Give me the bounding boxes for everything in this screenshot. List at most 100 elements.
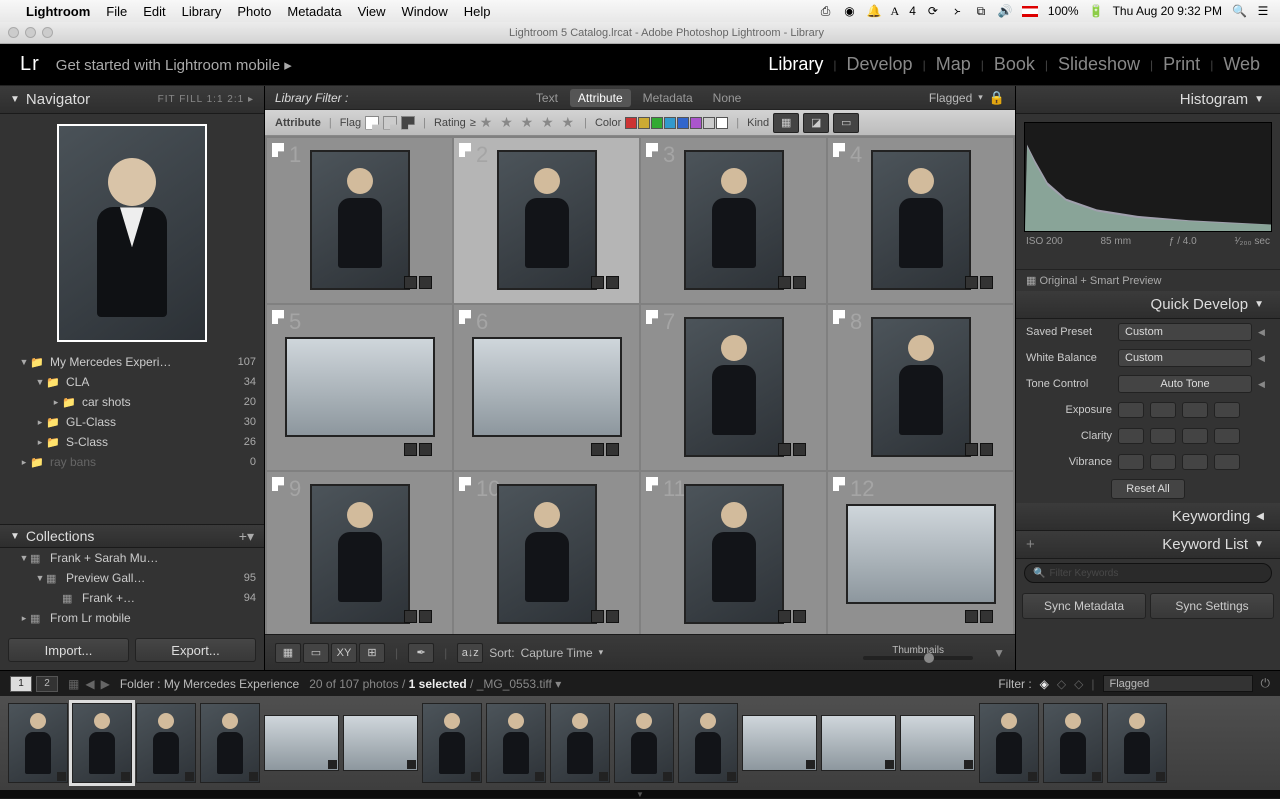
filmstrip-thumb[interactable] (1107, 703, 1167, 783)
vibrance-plus2[interactable] (1214, 454, 1240, 470)
filter-preset[interactable]: Flagged (929, 91, 972, 105)
collection-row[interactable]: ▦Frank +…94 (0, 588, 264, 608)
menu-help[interactable]: Help (464, 4, 491, 19)
grid-cell[interactable]: 4 (828, 138, 1013, 303)
module-book[interactable]: Book (994, 54, 1035, 75)
quick-develop-header[interactable]: Quick Develop▼ (1016, 291, 1280, 319)
sort-value[interactable]: Capture Time (521, 646, 593, 660)
filmstrip-thumb[interactable] (200, 703, 260, 783)
menu-photo[interactable]: Photo (237, 4, 271, 19)
datetime[interactable]: Thu Aug 20 9:32 PM (1113, 4, 1222, 18)
histogram-plot[interactable] (1024, 122, 1272, 232)
filter-preset-select[interactable]: Flagged (1103, 675, 1253, 692)
filmstrip-thumb[interactable] (742, 715, 817, 771)
color-swatch[interactable] (625, 117, 637, 129)
typography-icon[interactable]: A (891, 4, 900, 19)
folder-row[interactable]: ▸📁ray bans0 (0, 452, 264, 472)
filter-tab-attribute[interactable]: Attribute (570, 89, 631, 107)
kind-master-icon[interactable]: ▦ (773, 113, 799, 133)
color-swatch[interactable] (677, 117, 689, 129)
collections-header[interactable]: ▼ Collections +▾ (0, 524, 264, 548)
grid-cell[interactable]: 8 (828, 305, 1013, 470)
add-collection-icon[interactable]: +▾ (239, 528, 254, 545)
filmstrip-thumb[interactable] (614, 703, 674, 783)
filmstrip-thumb[interactable] (136, 703, 196, 783)
filmstrip-thumb[interactable] (343, 715, 418, 771)
grid-cell[interactable]: 7 (641, 305, 826, 470)
sync-icon[interactable]: ⟳ (926, 4, 940, 18)
grid-cell[interactable]: 6 (454, 305, 639, 470)
flag-picked-icon[interactable] (365, 116, 379, 130)
vibrance-plus1[interactable] (1182, 454, 1208, 470)
clarity-minus2[interactable] (1118, 428, 1144, 444)
import-button[interactable]: Import... (8, 638, 129, 662)
reset-all-button[interactable]: Reset All (1111, 479, 1184, 499)
flag-unflagged-icon[interactable] (383, 116, 397, 130)
grid-cell[interactable]: 10 (454, 472, 639, 634)
collection-row[interactable]: ▼▦Preview Gall…95 (0, 568, 264, 588)
filmstrip-thumb[interactable] (979, 703, 1039, 783)
filmstrip-thumb[interactable] (8, 703, 68, 783)
navigator-zoom[interactable]: FIT FILL 1:1 2:1 ▸ (158, 94, 254, 105)
grid-cell[interactable]: 5 (267, 305, 452, 470)
traffic-lights[interactable] (8, 27, 53, 38)
keyword-list-header[interactable]: + Keyword List▼ (1016, 531, 1280, 559)
filmstrip-thumb[interactable] (72, 703, 132, 783)
menu-view[interactable]: View (358, 4, 386, 19)
module-develop[interactable]: Develop (847, 54, 913, 75)
exposure-plus1[interactable] (1182, 402, 1208, 418)
navigator-preview[interactable] (0, 114, 264, 352)
cc-icon[interactable]: ◉ (843, 4, 857, 18)
collection-row[interactable]: ▸▦From Lr mobile (0, 608, 264, 628)
chevron-down-icon[interactable]: ▾ (599, 647, 604, 658)
color-swatch[interactable] (664, 117, 676, 129)
exposure-minus2[interactable] (1118, 402, 1144, 418)
export-button[interactable]: Export... (135, 638, 256, 662)
filmstrip-thumb[interactable] (678, 703, 738, 783)
color-swatch[interactable] (703, 117, 715, 129)
auto-tone-button[interactable]: Auto Tone (1118, 375, 1252, 393)
sort-direction-icon[interactable]: a↓z (457, 643, 483, 663)
nav-fwd-icon[interactable]: ▶ (101, 677, 110, 691)
filmstrip-thumb[interactable] (486, 703, 546, 783)
flag-icon[interactable] (1022, 6, 1038, 17)
color-swatch[interactable] (638, 117, 650, 129)
module-slideshow[interactable]: Slideshow (1058, 54, 1140, 75)
vibrance-minus2[interactable] (1118, 454, 1144, 470)
filmstrip[interactable] (0, 696, 1280, 790)
grid-cell[interactable]: 1 (267, 138, 452, 303)
lock-icon[interactable]: 🔒 (989, 90, 1005, 106)
sync-settings-button[interactable]: Sync Settings (1150, 593, 1274, 619)
filter-keywords-input[interactable]: 🔍 Filter Keywords (1024, 563, 1272, 583)
filter-flag-icon[interactable]: ◈ (1040, 677, 1049, 691)
filmstrip-folder[interactable]: Folder : My Mercedes Experience (120, 677, 299, 691)
battery-icon[interactable]: 🔋 (1089, 4, 1103, 18)
exposure-minus1[interactable] (1150, 402, 1176, 418)
expand-icon[interactable]: ◀ (1258, 353, 1270, 364)
filter-flag-icon[interactable]: ◇ (1074, 677, 1083, 691)
menu-window[interactable]: Window (402, 4, 448, 19)
filmstrip-thumb[interactable] (422, 703, 482, 783)
bell-icon[interactable]: 🔔 (867, 4, 881, 18)
chevron-down-icon[interactable]: ▾ (978, 92, 983, 103)
grid-cell[interactable]: 11 (641, 472, 826, 634)
grid-cell[interactable]: 12 (828, 472, 1013, 634)
expand-icon[interactable]: ◀ (1258, 379, 1270, 390)
bottom-grip[interactable]: ▼ (0, 790, 1280, 798)
menu-edit[interactable]: Edit (143, 4, 165, 19)
color-swatch[interactable] (651, 117, 663, 129)
filter-toggle-icon[interactable]: ⏻ (1261, 676, 1271, 691)
clarity-minus1[interactable] (1150, 428, 1176, 444)
rating-ge[interactable]: ≥ (470, 117, 476, 129)
menu-file[interactable]: File (106, 4, 127, 19)
kind-vcopy-icon[interactable]: ◪ (803, 113, 829, 133)
add-keyword-icon[interactable]: + (1026, 536, 1035, 553)
filter-flag-icon[interactable]: ◇ (1057, 677, 1066, 691)
volume-icon[interactable]: 🔊 (998, 4, 1012, 18)
clarity-plus2[interactable] (1214, 428, 1240, 444)
histogram-header[interactable]: Histogram ▼ (1016, 86, 1280, 114)
screen-1[interactable]: 1 (10, 676, 32, 692)
survey-view-icon[interactable]: ⊞ (359, 643, 385, 663)
filter-tab-text[interactable]: Text (528, 89, 566, 107)
loupe-view-icon[interactable]: ▭ (303, 643, 329, 663)
